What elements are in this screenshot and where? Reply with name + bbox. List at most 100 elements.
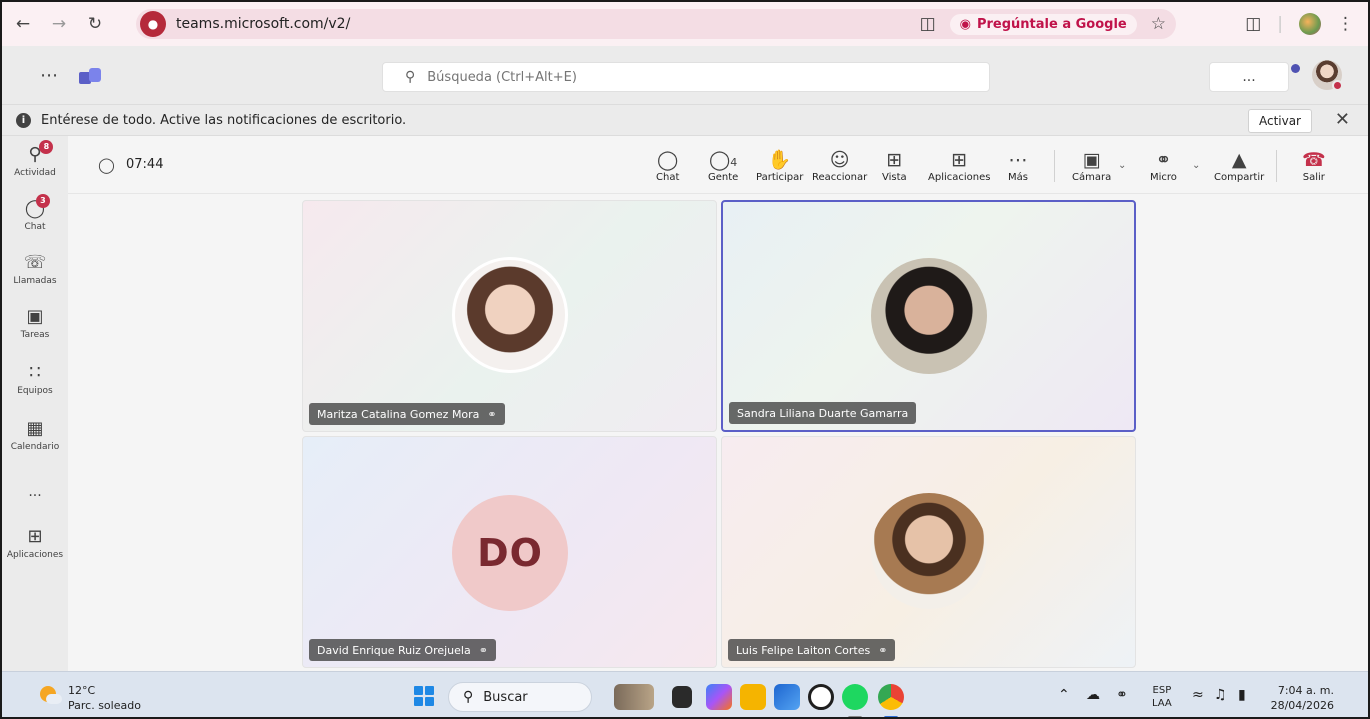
clock-time: 7:04 a. m. — [1277, 684, 1334, 697]
back-icon[interactable]: ← — [8, 9, 38, 39]
rail-item-chat[interactable]: ◯ 3 Chat — [2, 194, 68, 232]
language-code: ESP — [1152, 685, 1172, 696]
volume-icon[interactable]: ♫ — [1214, 687, 1227, 703]
forward-icon[interactable]: → — [44, 9, 74, 39]
more-button[interactable]: ⋯ Más — [1008, 148, 1028, 183]
lens-icon: ◉ — [959, 16, 971, 32]
mic-recording-icon[interactable]: ● — [140, 11, 166, 37]
chat-button[interactable]: ◯ Chat — [656, 148, 679, 183]
rail-item-activity[interactable]: ⚲ 8 Actividad — [2, 140, 68, 178]
participant-tile[interactable]: Luis Felipe Laiton Cortes ⚭ — [721, 436, 1136, 668]
grid-view-icon: ⊞ — [886, 149, 903, 171]
apps-button[interactable]: ⊞ Aplicaciones — [928, 148, 990, 183]
rail-item-calendar[interactable]: ▦ Calendario — [2, 418, 68, 452]
rail-label: Llamadas — [13, 276, 57, 286]
address-bar[interactable]: ● teams.microsoft.com/v2/ ◫ ◉ Pregúntale… — [136, 9, 1176, 39]
raise-label: Participar — [756, 172, 804, 183]
leave-button[interactable]: ☎ Salir — [1302, 148, 1326, 183]
rail-label: Chat — [24, 222, 46, 232]
weather-temperature[interactable]: 12°C — [68, 684, 95, 697]
camera-button[interactable]: ▣ Cámara — [1072, 148, 1111, 183]
input-language-indicator[interactable]: ESP LAA — [1152, 684, 1172, 710]
cast-icon[interactable]: ◫ — [920, 14, 936, 34]
screen: ← → ↻ ● teams.microsoft.com/v2/ ◫ ◉ Preg… — [0, 0, 1370, 719]
hang-up-icon: ☎ — [1302, 149, 1326, 171]
chat-badge: 3 — [35, 194, 50, 208]
wifi-icon[interactable]: ≈ — [1192, 687, 1204, 703]
participant-avatar — [871, 258, 987, 374]
participant-initials-avatar: DO — [452, 495, 568, 611]
bell-icon: ⚲ 8 — [28, 140, 54, 166]
notification-text: Entérese de todo. Active las notificacio… — [41, 112, 407, 128]
mic-options-chevron-icon[interactable]: ⌄ — [1192, 160, 1200, 171]
chrome-actions: ◫ | ⋮ — [1245, 9, 1354, 39]
widget-icon[interactable] — [614, 684, 654, 710]
activate-notifications-button[interactable]: Activar — [1247, 109, 1312, 133]
rail-label: Equipos — [17, 386, 53, 396]
rail-label: Tareas — [20, 330, 50, 340]
battery-icon[interactable]: ▮ — [1238, 687, 1246, 703]
weather-partly-sunny-icon[interactable] — [38, 686, 62, 706]
react-label: Reaccionar — [812, 172, 868, 183]
rail-item-calls[interactable]: ☏ Llamadas — [2, 252, 68, 286]
search-input[interactable] — [427, 69, 948, 85]
more-icon: ⋯ — [1008, 149, 1028, 171]
meeting-stage: Maritza Catalina Gomez Mora ⚭ Sandra Lil… — [68, 194, 1368, 671]
share-label: Compartir — [1214, 172, 1265, 183]
chrome-profile-avatar[interactable] — [1299, 13, 1321, 35]
participant-name-tag: Luis Felipe Laiton Cortes ⚭ — [728, 639, 896, 661]
shield-icon: ◯ — [98, 156, 115, 174]
participant-tile[interactable]: Maritza Catalina Gomez Mora ⚭ — [302, 200, 717, 432]
app-launcher-icon[interactable]: ⋯ — [40, 65, 59, 86]
react-button[interactable]: ☺ Reaccionar — [812, 148, 867, 183]
more-apps-icon: ... — [28, 484, 42, 500]
tray-overflow-chevron-icon[interactable]: ⌃ — [1058, 687, 1070, 703]
taskbar-search[interactable]: ⚲ Buscar — [448, 682, 592, 712]
notification-banner: i Entérese de todo. Active las notificac… — [2, 104, 1368, 136]
rail-item-apps[interactable]: ⊞ Aplicaciones — [2, 526, 68, 560]
user-avatar[interactable] — [1312, 60, 1343, 91]
microphone-icon[interactable]: ⚭ — [1116, 687, 1128, 703]
ask-google-button[interactable]: ◉ Pregúntale a Google — [949, 13, 1137, 35]
task-view-icon[interactable] — [672, 686, 692, 708]
address-bar-actions: ◫ ◉ Pregúntale a Google ☆ — [920, 9, 1166, 39]
copilot-icon[interactable] — [706, 684, 732, 710]
more-options-button[interactable]: ... — [1209, 62, 1289, 92]
raise-hand-button[interactable]: ✋ Participar — [756, 148, 803, 183]
participant-name-tag: Sandra Liliana Duarte Gamarra — [729, 402, 917, 424]
participant-tile-active-speaker[interactable]: Sandra Liliana Duarte Gamarra — [721, 200, 1136, 432]
system-clock[interactable]: 7:04 a. m. 28/04/2026 — [1271, 683, 1334, 713]
onedrive-icon[interactable]: ☁ — [1086, 687, 1100, 703]
share-icon: ▲ — [1231, 149, 1247, 171]
chrome-icon[interactable] — [878, 684, 904, 710]
rail-label: Actividad — [14, 168, 56, 178]
camera-options-chevron-icon[interactable]: ⌄ — [1118, 160, 1126, 171]
close-icon[interactable]: ✕ — [1335, 109, 1350, 130]
share-button[interactable]: ▲ Compartir — [1214, 148, 1264, 183]
bookmark-star-icon[interactable]: ☆ — [1151, 14, 1166, 34]
rail-item-teams[interactable]: ∷ Equipos — [2, 362, 68, 396]
store-icon[interactable] — [774, 684, 800, 710]
mic-label: Micro — [1150, 172, 1177, 183]
chrome-menu-icon[interactable]: ⋮ — [1337, 14, 1354, 34]
search-box[interactable]: ⚲ — [382, 62, 990, 92]
people-button[interactable]: ◯4 Gente — [708, 148, 738, 183]
reload-icon[interactable]: ↻ — [80, 9, 110, 39]
weather-condition[interactable]: Parc. soleado — [68, 699, 141, 712]
tasks-icon: ▣ — [26, 306, 44, 327]
whatsapp-icon[interactable] — [808, 684, 834, 710]
teams-logo-icon — [79, 66, 101, 84]
windows-start-icon[interactable] — [414, 686, 434, 706]
mic-off-icon: ⚭ — [1155, 149, 1172, 171]
calendar-icon: ▦ — [26, 418, 44, 439]
windows-taskbar: 12°C Parc. soleado ⚲ Buscar ⌃ ☁ ⚭ ESP LA… — [2, 671, 1368, 717]
meeting-toolbar: ◯ 07:44 ◯ Chat ◯4 Gente ✋ Participar ☺ R… — [68, 136, 1368, 194]
mic-button[interactable]: ⚭ Micro — [1150, 148, 1177, 183]
participant-tile[interactable]: DO David Enrique Ruiz Orejuela ⚭ — [302, 436, 717, 668]
file-explorer-icon[interactable] — [740, 684, 766, 710]
rail-item-tasks[interactable]: ▣ Tareas — [2, 306, 68, 340]
view-button[interactable]: ⊞ Vista — [882, 148, 907, 183]
spotify-icon[interactable] — [842, 684, 868, 710]
extensions-icon[interactable]: ◫ — [1245, 14, 1261, 34]
rail-item-more[interactable]: ... — [2, 482, 68, 500]
